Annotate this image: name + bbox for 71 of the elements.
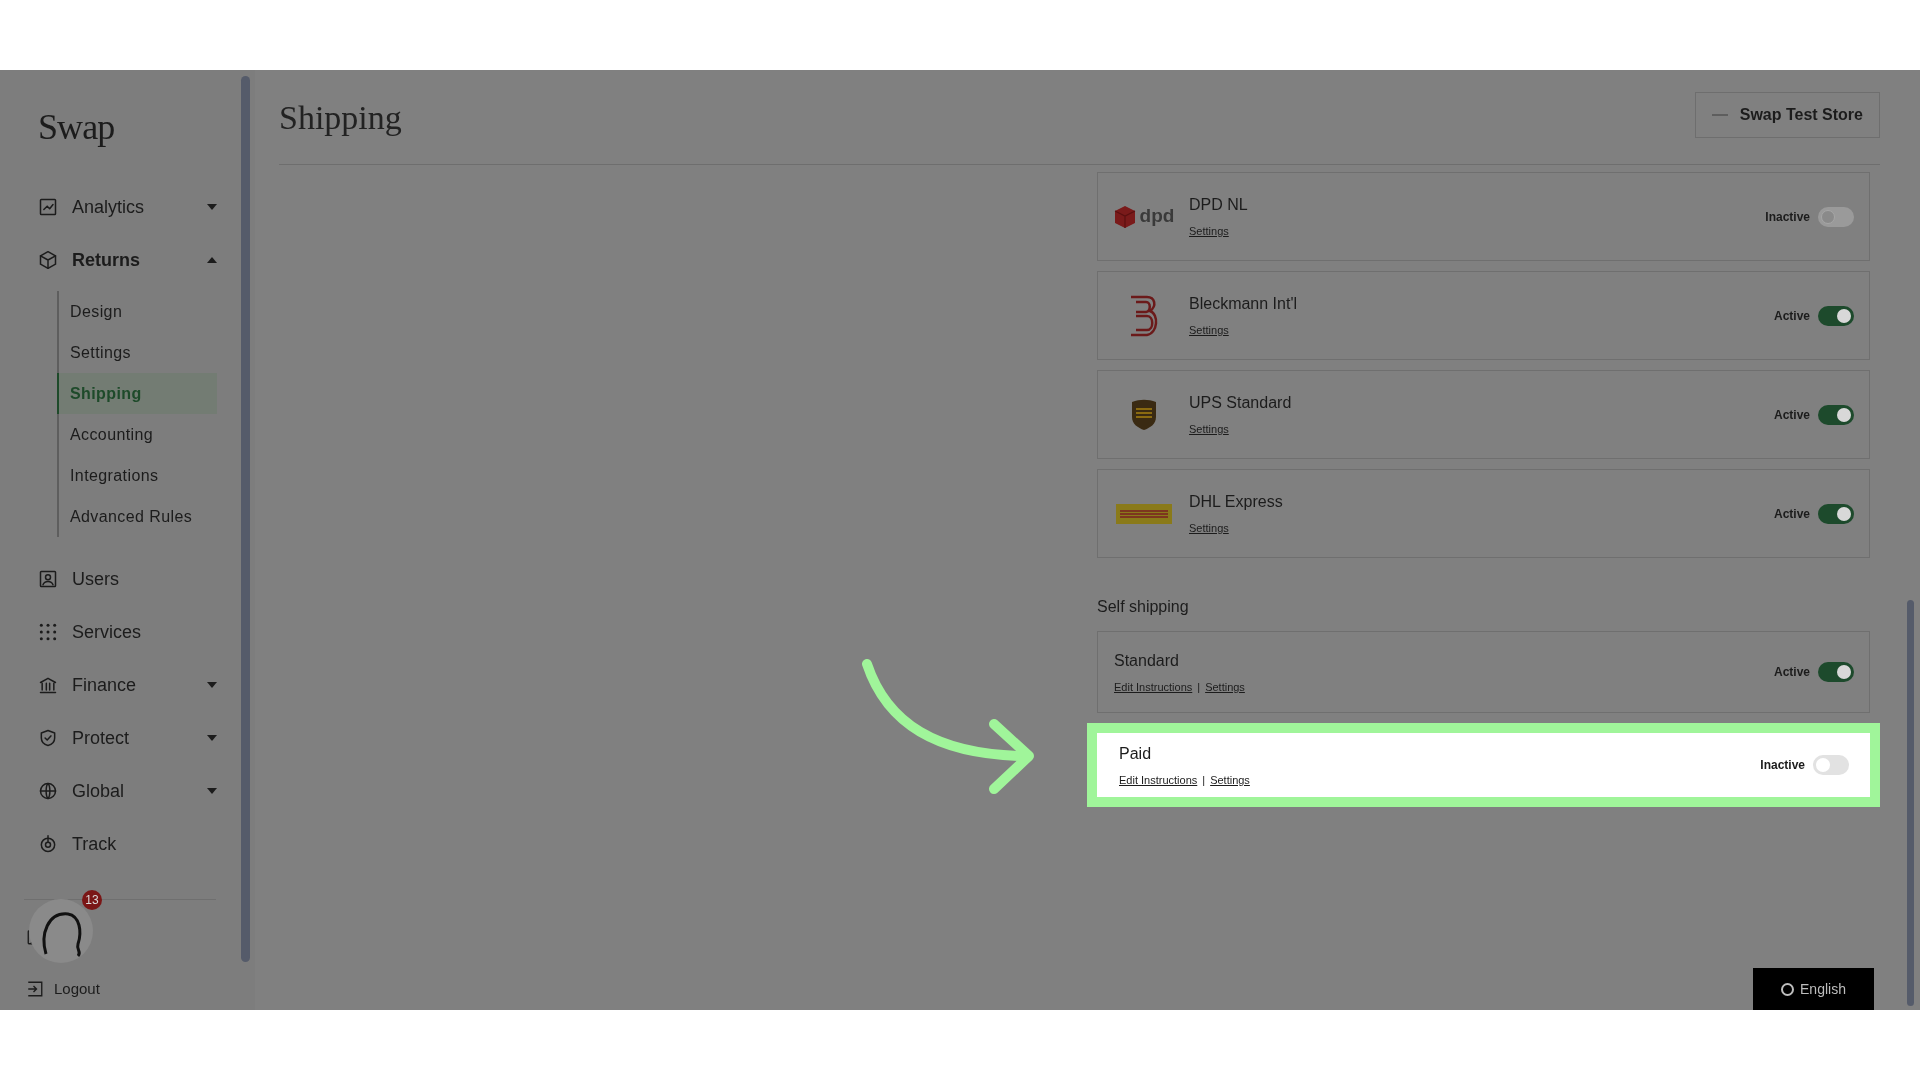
toggle-switch[interactable] xyxy=(1818,662,1854,682)
settings-link[interactable]: Settings xyxy=(1189,421,1229,438)
page-title: Shipping xyxy=(279,97,402,138)
bank-icon xyxy=(38,675,58,695)
shield-icon xyxy=(38,728,58,748)
nav-item[interactable]: Global xyxy=(38,780,217,802)
submenu-item[interactable]: Shipping xyxy=(57,373,217,414)
method-link[interactable]: Edit Instructions xyxy=(1119,771,1198,789)
nav-item[interactable]: Services xyxy=(38,621,217,643)
submenu-item[interactable]: Accounting xyxy=(59,414,217,455)
scrollbar[interactable] xyxy=(1907,600,1914,1006)
toggle-switch[interactable] xyxy=(1818,503,1854,524)
notification-badge: 13 xyxy=(82,890,102,910)
carrier-name: DHL Express xyxy=(1189,492,1284,513)
settings-link[interactable]: Settings xyxy=(1189,223,1229,240)
status-label: Active xyxy=(1773,307,1810,325)
method-link[interactable]: Settings xyxy=(1205,678,1245,696)
toggle-switch[interactable] xyxy=(1818,404,1854,425)
nav-item[interactable]: Analytics xyxy=(38,196,217,218)
carrier-name: UPS Standard xyxy=(1189,393,1293,414)
user-icon xyxy=(38,569,58,589)
submenu-item[interactable]: Advanced Rules xyxy=(59,496,217,537)
logo[interactable]: Swap xyxy=(38,100,115,154)
caret-icon xyxy=(207,788,217,794)
settings-link[interactable]: Settings xyxy=(1189,520,1229,537)
nav-item[interactable]: Protect xyxy=(38,727,217,749)
method-link[interactable]: Edit Instructions xyxy=(1114,678,1193,696)
caret-icon xyxy=(207,204,217,210)
language-button[interactable]: English xyxy=(1753,968,1874,1010)
logout-icon xyxy=(26,980,44,999)
caret-icon xyxy=(207,735,217,741)
carrier-name: DPD NL xyxy=(1189,195,1249,216)
carrier-name: Bleckmann Int'l xyxy=(1189,294,1298,315)
box-icon xyxy=(38,250,58,270)
chat-avatar[interactable] xyxy=(26,896,96,966)
method-name: Paid xyxy=(1119,743,1153,764)
logo-text: dpd xyxy=(1139,204,1175,229)
nav-item[interactable]: Track xyxy=(38,833,217,855)
target-icon xyxy=(38,834,58,854)
status-label: Inactive xyxy=(1765,208,1810,226)
settings-link[interactable]: Settings xyxy=(1189,322,1229,339)
method-name: Standard xyxy=(1114,650,1180,671)
submenu-item[interactable]: Settings xyxy=(59,332,217,373)
nav-item[interactable]: Returns xyxy=(38,249,217,271)
status-label: Active xyxy=(1773,406,1810,424)
toggle-switch[interactable] xyxy=(1818,206,1854,227)
dash-icon xyxy=(1711,114,1728,116)
method-link[interactable]: Settings xyxy=(1210,771,1250,789)
logo-icon xyxy=(1116,503,1172,524)
toggle-switch[interactable] xyxy=(1818,305,1854,326)
status-label: Active xyxy=(1773,505,1810,523)
toggle-switch[interactable] xyxy=(1813,755,1849,775)
nav-item[interactable]: Finance xyxy=(38,674,217,696)
logout-link[interactable]: Logout xyxy=(26,978,100,1001)
submenu-item[interactable]: Integrations xyxy=(59,455,217,496)
nav-item[interactable]: Users xyxy=(38,568,217,590)
separator: | xyxy=(1202,772,1206,788)
status-label: Inactive xyxy=(1760,757,1805,774)
caret-icon xyxy=(207,257,217,263)
cube-icon xyxy=(1113,204,1136,229)
submenu-item[interactable]: Design xyxy=(59,291,217,332)
chart-icon xyxy=(38,197,58,217)
shield-logo-icon xyxy=(1130,398,1158,431)
separator: | xyxy=(1197,679,1201,695)
status-label: Active xyxy=(1773,664,1810,681)
section-heading: Self shipping xyxy=(1097,597,1190,617)
globe-icon xyxy=(38,781,58,801)
scrollbar[interactable] xyxy=(240,76,250,962)
dots-grid-icon xyxy=(38,622,58,642)
store-button[interactable]: Swap Test Store xyxy=(1694,92,1880,138)
caret-icon xyxy=(207,682,217,688)
